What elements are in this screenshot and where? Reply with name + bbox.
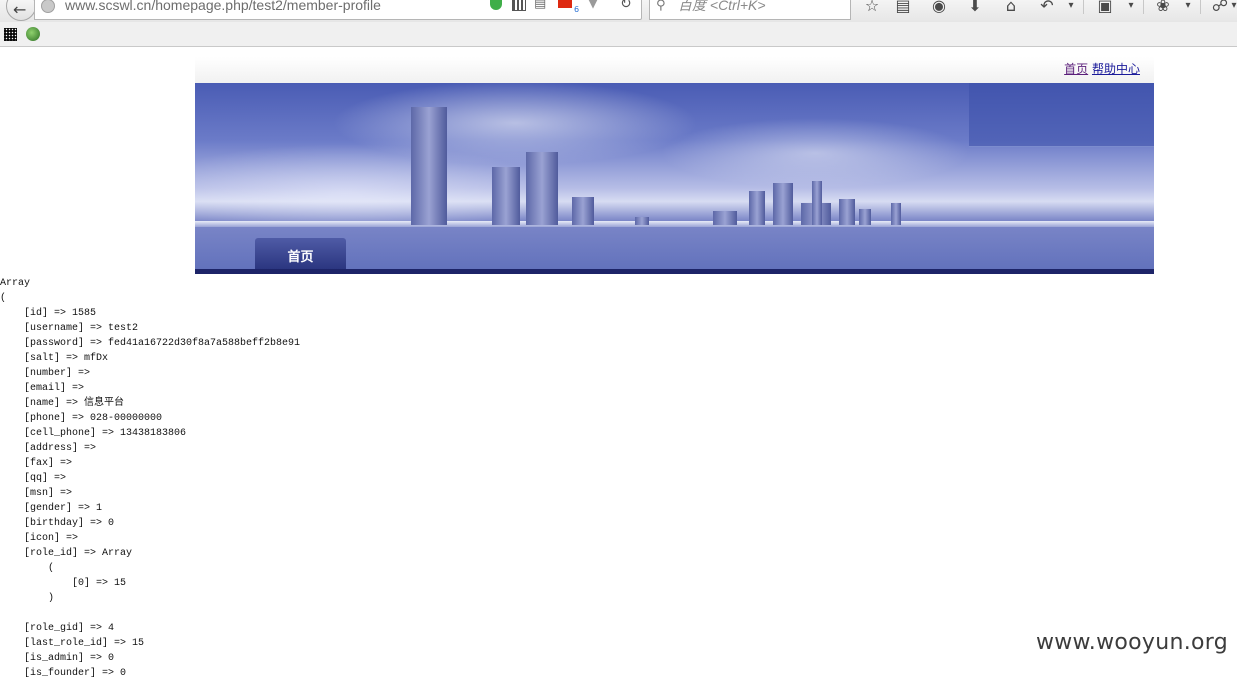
building: [526, 152, 558, 225]
dropdown-icon[interactable]: ▼: [588, 0, 598, 11]
dump-line: [msn] =>: [0, 488, 73, 499]
china-flag-icon[interactable]: [558, 0, 572, 8]
dump-line: (: [0, 293, 7, 304]
download-icon[interactable]: ⬇: [965, 0, 985, 16]
dump-line: [id] => 1585: [0, 308, 97, 319]
dump-line: [salt] => mfDx: [0, 353, 109, 364]
star-icon[interactable]: ☆: [862, 0, 882, 16]
dump-line: [birthday] => 0: [0, 518, 115, 529]
green-globe-icon[interactable]: [26, 27, 40, 41]
top-links: 首页 帮助中心: [1064, 61, 1140, 77]
dump-line: [role_gid] => 4: [0, 623, 115, 634]
back-button[interactable]: ←: [6, 0, 36, 21]
toolbar-separator: [1083, 0, 1084, 14]
dump-line: [address] =>: [0, 443, 97, 454]
toolbar-separator: [1143, 0, 1144, 14]
building: [859, 209, 871, 225]
dump-line: (: [0, 563, 55, 574]
dump-line: [fax] =>: [0, 458, 73, 469]
building: [492, 167, 520, 225]
reader-view-icon[interactable]: ▤: [534, 0, 546, 11]
dump-line: [0, 606, 300, 621]
building: [773, 183, 793, 225]
flag-count-badge: 6: [574, 5, 580, 14]
building: [891, 203, 901, 225]
dump-line: [0] => 15: [0, 578, 127, 589]
dump-line: [username] => test2: [0, 323, 139, 334]
building: [812, 181, 822, 225]
nav-tab-home[interactable]: 首页: [255, 238, 346, 269]
home-icon[interactable]: ⌂: [1001, 0, 1021, 16]
crop-icon[interactable]: ▣: [1095, 0, 1115, 16]
nav-strip: [195, 269, 1154, 274]
url-text[interactable]: www.scswl.cn/homepage.php/test2/member-p…: [65, 0, 381, 13]
chevron-down-icon[interactable]: ▾: [1064, 0, 1078, 16]
pocket-icon[interactable]: ◉: [929, 0, 949, 16]
building: [572, 197, 594, 225]
search-input[interactable]: 百度 <Ctrl+K>: [678, 0, 766, 13]
globe-icon: [41, 0, 55, 13]
undo-icon[interactable]: ↶: [1037, 0, 1057, 16]
dump-line: [is_founder] => 0: [0, 668, 127, 679]
help-center-link[interactable]: 帮助中心: [1092, 62, 1140, 76]
bookmarks-bar: [0, 22, 1237, 47]
building: [839, 199, 855, 225]
array-dump: Array( [id] => 1585 [username] => test2 …: [0, 276, 300, 681]
banner-horizon: [195, 221, 1154, 227]
qr-grid-icon[interactable]: [4, 28, 17, 41]
dump-line: [name] => 信息平台: [0, 398, 125, 409]
site-banner: 首页: [195, 83, 1154, 274]
chevron-down-icon[interactable]: ▾: [1124, 0, 1138, 16]
dump-line: [email] =>: [0, 383, 85, 394]
toolbar-separator: [1200, 0, 1201, 14]
search-bar[interactable]: ⚲ 百度 <Ctrl+K>: [649, 0, 851, 20]
dump-line: [qq] =>: [0, 473, 67, 484]
chevron-down-icon[interactable]: ▾: [1181, 0, 1195, 16]
building: [713, 211, 737, 225]
dump-line: [phone] => 028-00000000: [0, 413, 163, 424]
browser-toolbar: ← www.scswl.cn/homepage.php/test2/member…: [0, 0, 1237, 22]
banner-corner-panel: [969, 83, 1154, 147]
home-link[interactable]: 首页: [1064, 62, 1088, 76]
shield-icon[interactable]: [490, 0, 502, 10]
dump-line: Array: [0, 278, 31, 289]
list-icon[interactable]: ▤: [893, 0, 913, 16]
dump-line: [last_role_id] => 15: [0, 638, 145, 649]
dump-line: [cell_phone] => 13438183806: [0, 428, 187, 439]
building: [749, 191, 765, 225]
globe-menu-icon[interactable]: ☍: [1210, 0, 1230, 16]
watermark: www.wooyun.org: [1035, 630, 1228, 655]
dump-line: [icon] =>: [0, 533, 79, 544]
search-icon: ⚲: [656, 0, 666, 13]
dump-line: [is_admin] => 0: [0, 653, 115, 664]
dump-line: ): [0, 593, 55, 604]
dump-line: [role_id] => Array: [0, 548, 133, 559]
dump-line: [number] =>: [0, 368, 91, 379]
extension-icon[interactable]: ❀: [1153, 0, 1173, 16]
building: [635, 217, 649, 225]
reload-icon[interactable]: ↻: [620, 0, 632, 11]
building: [411, 107, 447, 225]
back-arrow-icon: ←: [13, 0, 27, 19]
qr-code-icon[interactable]: [512, 0, 526, 11]
url-bar[interactable]: www.scswl.cn/homepage.php/test2/member-p…: [34, 0, 642, 20]
top-links-bar: 首页 帮助中心: [195, 57, 1154, 83]
chevron-down-icon[interactable]: ▾: [1229, 0, 1237, 16]
dump-line: [password] => fed41a16722d30f8a7a588beff…: [0, 338, 301, 349]
dump-line: [gender] => 1: [0, 503, 103, 514]
